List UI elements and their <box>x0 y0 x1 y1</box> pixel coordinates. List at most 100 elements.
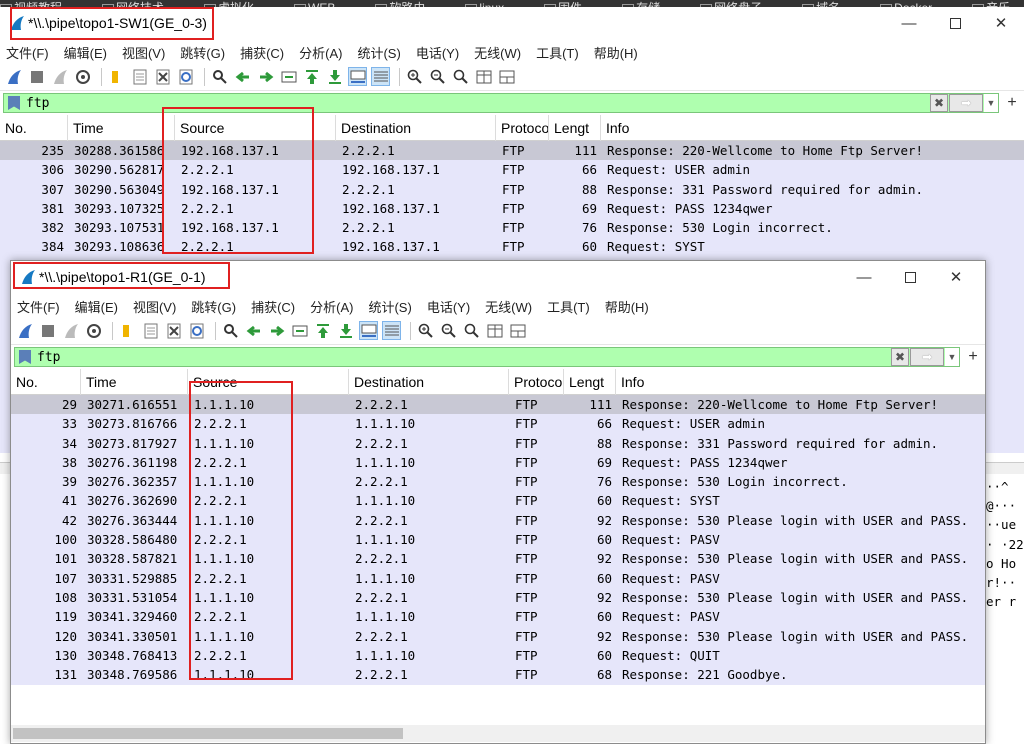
packet-row[interactable]: 119 30341.329460 2.2.2.1 1.1.1.10 FTP 60 Reque… <box>11 607 985 626</box>
col-header-source[interactable]: Source <box>175 114 336 141</box>
resize-columns-icon[interactable] <box>474 67 493 86</box>
bookmark-icon[interactable] <box>8 96 20 110</box>
go-first-icon[interactable] <box>313 321 332 340</box>
go-to-packet-icon[interactable] <box>290 321 309 340</box>
open-file-icon[interactable] <box>118 321 137 340</box>
save-file-icon[interactable] <box>130 67 149 86</box>
menu-item[interactable]: 视图(V) <box>122 43 165 62</box>
col-header-info[interactable]: Info <box>616 369 985 395</box>
packet-row[interactable]: 108 30331.531054 1.1.1.10 2.2.2.1 FTP 92 Respo… <box>11 588 985 607</box>
zoom-in-icon[interactable] <box>405 67 424 86</box>
maximize-button[interactable] <box>887 261 933 293</box>
filter-history-dropdown[interactable]: ▼ <box>984 94 998 112</box>
menu-item[interactable]: 跳转(G) <box>180 43 225 62</box>
minimize-button[interactable]: — <box>841 261 887 293</box>
go-last-icon[interactable] <box>336 321 355 340</box>
packet-row[interactable]: 41 30276.362690 2.2.2.1 1.1.1.10 FTP 60 Reques… <box>11 491 985 510</box>
menu-item[interactable]: 工具(T) <box>536 43 579 62</box>
menu-item[interactable]: 无线(W) <box>474 43 521 62</box>
zoom-out-icon[interactable] <box>428 67 447 86</box>
col-header-destination[interactable]: Destination <box>336 114 496 141</box>
col-header-info[interactable]: Info <box>601 115 1024 141</box>
menu-item[interactable]: 分析(A) <box>299 43 342 62</box>
col-header-time[interactable]: Time <box>81 368 188 395</box>
menu-item[interactable]: 无线(W) <box>485 297 532 316</box>
resize-columns-icon[interactable] <box>485 321 504 340</box>
menu-item[interactable]: 编辑(E) <box>64 43 107 62</box>
maximize-button[interactable] <box>932 7 978 39</box>
menu-item[interactable]: 电话(Y) <box>427 297 470 316</box>
start-capture-icon[interactable] <box>15 321 34 340</box>
col-header-destination[interactable]: Destination <box>349 368 509 395</box>
find-packet-icon[interactable] <box>210 67 229 86</box>
col-header-no[interactable]: No. <box>11 368 81 395</box>
bookmark-icon[interactable] <box>19 350 31 364</box>
menu-item[interactable]: 捕获(C) <box>240 43 284 62</box>
packet-row[interactable]: 107 30331.529885 2.2.2.1 1.1.1.10 FTP 60 Reque… <box>11 569 985 588</box>
packet-row[interactable]: 29 30271.616551 1.1.1.10 2.2.2.1 FTP 111 Respo… <box>11 395 985 415</box>
menu-item[interactable]: 统计(S) <box>368 297 411 316</box>
close-button[interactable]: ✕ <box>933 261 979 293</box>
filter-history-dropdown[interactable]: ▼ <box>945 348 959 366</box>
go-back-icon[interactable] <box>233 67 252 86</box>
close-file-icon[interactable] <box>164 321 183 340</box>
packet-row[interactable]: 306 30290.562817 2.2.2.1 192.168.137.1 FTP 66… <box>0 160 1024 179</box>
normal-size-icon[interactable] <box>451 67 470 86</box>
packet-row[interactable]: 131 30348.769586 1.1.1.10 2.2.2.1 FTP 68 Respo… <box>11 665 985 684</box>
go-last-icon[interactable] <box>325 67 344 86</box>
menu-item[interactable]: 电话(Y) <box>416 43 459 62</box>
menu-item[interactable]: 编辑(E) <box>75 297 118 316</box>
display-filter-input[interactable]: ftp ✖ ➡ ▼ <box>3 93 999 113</box>
normal-size-icon[interactable] <box>462 321 481 340</box>
restart-capture-icon[interactable] <box>50 67 69 86</box>
menu-item[interactable]: 分析(A) <box>310 297 353 316</box>
packet-row[interactable]: 130 30348.768413 2.2.2.1 1.1.1.10 FTP 60 Reque… <box>11 646 985 665</box>
stop-capture-icon[interactable] <box>38 321 57 340</box>
packet-row[interactable]: 34 30273.817927 1.1.1.10 2.2.2.1 FTP 88 Respon… <box>11 434 985 453</box>
plus-icon[interactable]: + <box>1003 94 1021 112</box>
menu-item[interactable]: 统计(S) <box>357 43 400 62</box>
packet-row[interactable]: 42 30276.363444 1.1.1.10 2.2.2.1 FTP 92 Respon… <box>11 511 985 530</box>
display-filter-input[interactable]: ftp ✖ ➡ ▼ <box>14 347 960 367</box>
packet-row[interactable]: 120 30341.330501 1.1.1.10 2.2.2.1 FTP 92 Respo… <box>11 627 985 646</box>
packet-row[interactable]: 38 30276.361198 2.2.2.1 1.1.1.10 FTP 69 Reques… <box>11 453 985 472</box>
menu-item[interactable]: 捕获(C) <box>251 297 295 316</box>
scrollbar-thumb[interactable] <box>13 728 403 739</box>
menu-item[interactable]: 工具(T) <box>547 297 590 316</box>
col-header-protocol[interactable]: Protoco <box>496 114 549 141</box>
menu-item[interactable]: 跳转(G) <box>191 297 236 316</box>
save-file-icon[interactable] <box>141 321 160 340</box>
go-to-packet-icon[interactable] <box>279 67 298 86</box>
go-forward-icon[interactable] <box>267 321 286 340</box>
packet-row[interactable]: 307 30290.563049 192.168.137.1 2.2.2.1 FTP 88… <box>0 180 1024 199</box>
filter-clear-button[interactable]: ✖ <box>891 348 909 366</box>
packet-row[interactable]: 33 30273.816766 2.2.2.1 1.1.1.10 FTP 66 Reques… <box>11 414 985 433</box>
packet-row[interactable]: 384 30293.108636 2.2.2.1 192.168.137.1 FTP 60… <box>0 237 1024 256</box>
zoom-out-icon[interactable] <box>439 321 458 340</box>
reload-file-icon[interactable] <box>187 321 206 340</box>
packet-row[interactable]: 381 30293.107325 2.2.2.1 192.168.137.1 FTP 69… <box>0 199 1024 218</box>
colorize-icon[interactable] <box>371 67 390 86</box>
packet-row[interactable]: 100 30328.586480 2.2.2.1 1.1.1.10 FTP 60 Reque… <box>11 530 985 549</box>
restart-capture-icon[interactable] <box>61 321 80 340</box>
go-first-icon[interactable] <box>302 67 321 86</box>
reload-file-icon[interactable] <box>176 67 195 86</box>
close-button[interactable]: ✕ <box>978 7 1024 39</box>
packet-row[interactable]: 382 30293.107531 192.168.137.1 2.2.2.1 FTP 76… <box>0 218 1024 237</box>
col-header-source[interactable]: Source <box>188 368 349 395</box>
auto-scroll-icon[interactable] <box>348 67 367 86</box>
plus-icon[interactable]: + <box>964 348 982 366</box>
zoom-in-icon[interactable] <box>416 321 435 340</box>
horizontal-scrollbar[interactable] <box>11 725 985 742</box>
go-forward-icon[interactable] <box>256 67 275 86</box>
auto-scroll-icon[interactable] <box>359 321 378 340</box>
filter-apply-button[interactable]: ➡ <box>949 94 983 112</box>
minimize-button[interactable]: — <box>886 7 932 39</box>
filter-clear-button[interactable]: ✖ <box>930 94 948 112</box>
layout-icon[interactable] <box>508 321 527 340</box>
col-header-length[interactable]: Lengt <box>564 368 616 395</box>
go-back-icon[interactable] <box>244 321 263 340</box>
menu-item[interactable]: 帮助(H) <box>605 297 649 316</box>
menu-item[interactable]: 帮助(H) <box>594 43 638 62</box>
capture-options-icon[interactable] <box>84 321 103 340</box>
